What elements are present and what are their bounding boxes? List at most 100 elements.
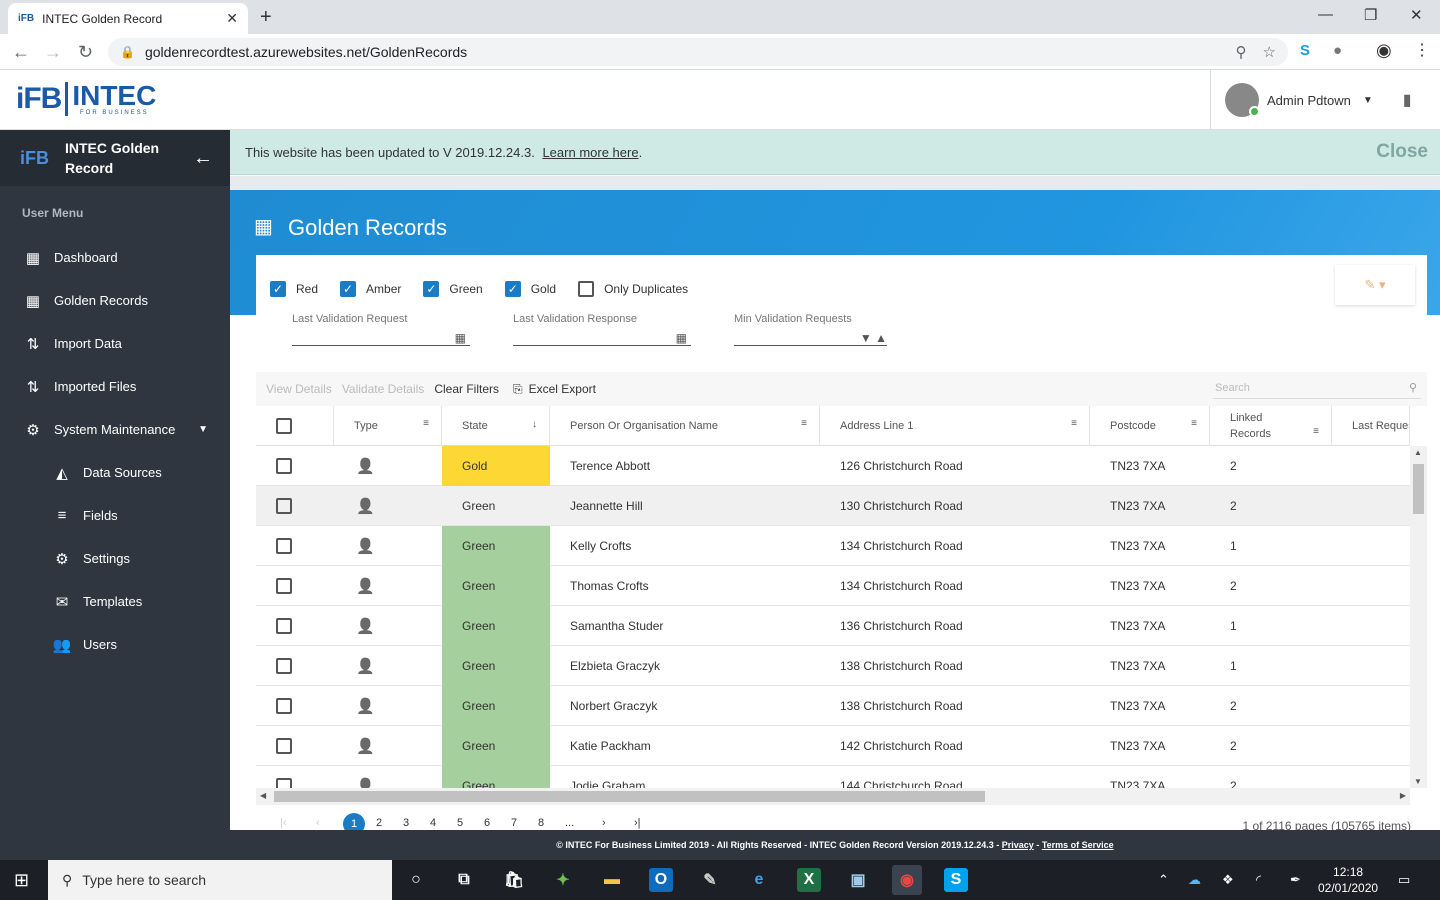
window-close-icon[interactable]: ✕ — [1410, 6, 1423, 24]
table-row[interactable]: 👤 Green Kelly Crofts 134 Christchurch Road T… — [256, 526, 1410, 566]
prev-page-icon[interactable]: ‹ — [316, 817, 320, 829]
taskbar-clock[interactable]: 12:18 02/01/2020 — [1318, 864, 1378, 896]
min-validation-requests-field[interactable]: Min Validation Requests ▼ ▲ — [734, 313, 887, 346]
onedrive-icon[interactable]: ☁ — [1188, 872, 1201, 888]
scroll-up-icon[interactable]: ▲ — [1414, 448, 1422, 457]
caret-down-icon[interactable]: ▼ — [1363, 95, 1373, 106]
horizontal-scrollbar[interactable]: ◀ ▶ — [256, 788, 1410, 805]
terms-link[interactable]: Terms of Service — [1042, 840, 1114, 850]
taskbar-search-input[interactable]: ⚲ Type here to search — [48, 860, 392, 900]
app-icon[interactable]: ✦ — [551, 868, 575, 892]
sidebar-item-system-maintenance[interactable]: ⚙ System Maintenance ▼ — [0, 408, 230, 451]
task-view-icon[interactable]: ⧉ — [452, 868, 476, 892]
paint-icon[interactable]: ✎ — [698, 868, 722, 892]
file-explorer-icon[interactable]: ▬ — [600, 868, 624, 892]
next-page-icon[interactable]: › — [602, 817, 606, 829]
table-row[interactable]: 👤 Green Samantha Studer 136 Christchurch Ro… — [256, 606, 1410, 646]
last-validation-response-field[interactable]: Last Validation Response ▦ — [513, 313, 691, 346]
sidebar-item-data-sources[interactable]: ◭ Data Sources — [0, 451, 230, 494]
column-last-request[interactable]: Last Reques — [1332, 406, 1410, 446]
scroll-thumb[interactable] — [1413, 464, 1424, 514]
spinner-arrows-icon[interactable]: ▼ ▲ — [860, 331, 887, 345]
page-ellipsis[interactable]: ... — [565, 817, 574, 829]
grid-search-input[interactable]: Search ⚲ — [1213, 377, 1421, 399]
sidebar-item-templates[interactable]: ✉ Templates — [0, 580, 230, 623]
collapse-sidebar-icon[interactable]: ← — [193, 147, 213, 170]
scroll-right-icon[interactable]: ▶ — [1400, 791, 1406, 800]
wifi-icon[interactable]: ◜ — [1256, 872, 1261, 888]
column-postcode[interactable]: Postcode ≡ — [1090, 406, 1210, 446]
intec-logo[interactable]: iFB INTEC FOR BUSINESS — [16, 82, 156, 116]
minimize-icon[interactable]: — — [1318, 6, 1333, 23]
sidebar-item-imported-files[interactable]: ⇅ Imported Files — [0, 365, 230, 408]
sidebar-item-golden-records[interactable]: ▦ Golden Records — [0, 279, 230, 322]
page-link[interactable]: 4 — [430, 817, 436, 829]
maximize-icon[interactable]: ❐ — [1364, 6, 1377, 24]
sidebar-item-dashboard[interactable]: ▦ Dashboard — [0, 236, 230, 279]
select-all-checkbox[interactable] — [276, 418, 292, 434]
row-checkbox[interactable] — [276, 618, 292, 634]
skype-icon[interactable]: S — [944, 868, 968, 892]
windows-start-icon[interactable]: ⊞ — [14, 870, 29, 891]
red-checkbox[interactable]: ✓ — [270, 281, 286, 297]
cortana-icon[interactable]: ○ — [404, 868, 428, 892]
bookmark-star-icon[interactable]: ☆ — [1263, 43, 1276, 61]
chrome-icon[interactable]: ◉ — [892, 865, 922, 895]
validate-details-button[interactable]: Validate Details — [342, 382, 425, 396]
table-row[interactable]: 👤 Green Jeannette Hill 130 Christchurch Roa… — [256, 486, 1410, 526]
first-page-icon[interactable]: |‹ — [280, 817, 287, 829]
row-checkbox[interactable] — [276, 658, 292, 674]
browser-tab[interactable]: iFB INTEC Golden Record ✕ — [8, 3, 248, 34]
last-validation-request-field[interactable]: Last Validation Request ▦ — [292, 313, 470, 346]
store-icon[interactable]: 🛍 — [502, 868, 526, 892]
notifications-icon[interactable]: ▭ — [1398, 872, 1410, 888]
page-link[interactable]: 8 — [538, 817, 544, 829]
sort-down-icon[interactable]: ↓ — [532, 419, 537, 430]
filter-icon[interactable]: ≡ — [1191, 418, 1197, 429]
table-row[interactable]: 👤 Green Thomas Crofts 134 Christchurch Road… — [256, 566, 1410, 606]
extension-icon[interactable]: ● — [1333, 42, 1342, 59]
vertical-scrollbar[interactable]: ▲ ▼ — [1410, 446, 1427, 788]
filter-icon[interactable]: ≡ — [1313, 424, 1319, 440]
feedback-icon[interactable]: ▮ — [1403, 90, 1412, 110]
new-tab-button[interactable]: + — [260, 6, 272, 29]
reload-icon[interactable]: ↻ — [78, 42, 93, 63]
row-checkbox[interactable] — [276, 698, 292, 714]
calendar-icon[interactable]: ▦ — [455, 331, 466, 345]
filter-icon[interactable]: ≡ — [1071, 418, 1077, 429]
filter-icon[interactable]: ≡ — [423, 418, 429, 429]
back-icon[interactable]: ← — [12, 42, 30, 63]
table-row[interactable]: 👤 Green Katie Packham 142 Christchurch Road… — [256, 726, 1410, 766]
clear-filters-button[interactable]: Clear Filters — [434, 382, 499, 396]
column-type[interactable]: Type ≡ — [334, 406, 442, 446]
page-link[interactable]: 7 — [511, 817, 517, 829]
image-viewer-icon[interactable]: ▣ — [846, 868, 870, 892]
sidebar-item-fields[interactable]: ≡ Fields — [0, 494, 230, 537]
sidebar-item-settings[interactable]: ⚙ Settings — [0, 537, 230, 580]
row-checkbox[interactable] — [276, 498, 292, 514]
outlook-icon[interactable]: O — [649, 868, 673, 892]
table-row[interactable]: 👤 Gold Terence Abbott 126 Christchurch Road… — [256, 446, 1410, 486]
url-field[interactable]: 🔒 goldenrecordtest.azurewebsites.net/Gol… — [108, 38, 1288, 66]
tray-chevron-icon[interactable]: ⌃ — [1158, 872, 1169, 888]
only-duplicates-checkbox[interactable] — [578, 281, 595, 297]
learn-more-link[interactable]: Learn more here — [542, 145, 638, 160]
last-page-icon[interactable]: ›| — [634, 817, 641, 829]
page-link[interactable]: 3 — [403, 817, 409, 829]
row-checkbox[interactable] — [276, 578, 292, 594]
zoom-icon[interactable]: ⚲ — [1236, 43, 1247, 61]
profile-icon[interactable]: ◉ — [1376, 40, 1392, 61]
user-menu[interactable]: Admin Pdtown ▼ ▮ — [1210, 70, 1440, 130]
scroll-left-icon[interactable]: ◀ — [260, 791, 266, 800]
sidebar-item-users[interactable]: 👥 Users — [0, 623, 230, 666]
menu-dots-icon[interactable]: ⋮ — [1414, 40, 1430, 60]
page-link[interactable]: 2 — [376, 817, 382, 829]
column-linked-records[interactable]: Linked Records ≡ — [1210, 406, 1332, 446]
amber-checkbox[interactable]: ✓ — [340, 281, 357, 297]
view-details-button[interactable]: View Details — [266, 382, 332, 396]
row-checkbox[interactable] — [276, 738, 292, 754]
edge-icon[interactable]: e — [747, 868, 771, 892]
page-link[interactable]: 6 — [484, 817, 490, 829]
column-address[interactable]: Address Line 1 ≡ — [820, 406, 1090, 446]
banner-close-button[interactable]: Close — [1376, 141, 1428, 163]
